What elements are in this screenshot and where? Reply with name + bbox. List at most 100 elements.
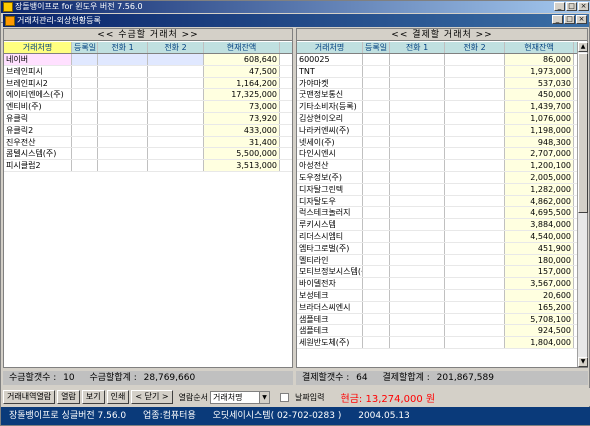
cell-name[interactable]: 샘플테크 bbox=[297, 325, 363, 337]
table-row[interactable]: 다인시엔시 2,707,000 bbox=[297, 148, 587, 161]
minimize-button[interactable]: _ bbox=[554, 2, 565, 11]
cell-tel2[interactable] bbox=[148, 54, 204, 65]
cell-tel1[interactable] bbox=[390, 183, 445, 195]
close-button[interactable]: × bbox=[578, 2, 589, 11]
table-row[interactable]: 바이델전자 3,567,000 bbox=[297, 278, 587, 290]
cell-name[interactable]: 브레인피시2 bbox=[4, 77, 72, 89]
cell-tel1[interactable] bbox=[390, 242, 445, 254]
table-row[interactable]: 굿맨정보통신 450,000 bbox=[297, 89, 587, 102]
cell-name[interactable]: 리더스시엠티 bbox=[297, 230, 363, 242]
table-row[interactable]: 샘플테크 5,708,100 bbox=[297, 313, 587, 326]
cell-tel1[interactable] bbox=[98, 136, 148, 148]
col-header-date[interactable]: 등록일 bbox=[363, 42, 390, 53]
cell-date[interactable] bbox=[363, 219, 390, 230]
cell-tel2[interactable] bbox=[445, 148, 505, 160]
cell-tel2[interactable] bbox=[445, 171, 505, 183]
cell-tel1[interactable] bbox=[390, 195, 445, 207]
cell-date[interactable] bbox=[363, 313, 390, 325]
table-row[interactable]: 아성전산 1,200,100 bbox=[297, 160, 587, 172]
cell-name[interactable]: 다인시엔시 bbox=[297, 148, 363, 160]
cell-name[interactable]: 도우정보(주) bbox=[297, 171, 363, 183]
table-row[interactable]: 브레인피시2 1,164,200 bbox=[4, 77, 292, 90]
cell-balance[interactable]: 5,708,100 bbox=[505, 313, 574, 325]
date-checkbox[interactable] bbox=[280, 392, 290, 402]
cell-date[interactable] bbox=[363, 242, 390, 254]
cell-name[interactable]: 엠타그로벌(주) bbox=[297, 242, 363, 254]
table-row[interactable]: 루키시스템 3,884,000 bbox=[297, 219, 587, 231]
cell-balance[interactable]: 5,500,000 bbox=[204, 148, 280, 160]
cell-balance[interactable]: 4,862,000 bbox=[505, 195, 574, 207]
cell-date[interactable] bbox=[72, 101, 98, 112]
cell-date[interactable] bbox=[363, 89, 390, 101]
cell-name[interactable]: 진우전산 bbox=[4, 136, 72, 148]
cell-tel2[interactable] bbox=[445, 183, 505, 195]
cell-name[interactable]: 콤텔시스템(주) bbox=[4, 148, 72, 160]
cell-tel2[interactable] bbox=[445, 313, 505, 325]
table-row[interactable]: 멜티라인 180,000 bbox=[297, 254, 587, 267]
cell-balance[interactable]: 1,200,100 bbox=[505, 160, 574, 171]
cell-balance[interactable]: 47,500 bbox=[204, 65, 280, 77]
cell-date[interactable] bbox=[72, 112, 98, 124]
cell-date[interactable] bbox=[363, 124, 390, 136]
cell-date[interactable] bbox=[363, 148, 390, 160]
table-row[interactable]: 넷세이(주) 948,300 bbox=[297, 136, 587, 149]
cell-date[interactable] bbox=[72, 77, 98, 89]
cell-date[interactable] bbox=[363, 195, 390, 207]
cell-tel2[interactable] bbox=[445, 242, 505, 254]
cell-tel2[interactable] bbox=[148, 148, 204, 160]
cell-tel2[interactable] bbox=[445, 219, 505, 230]
cell-balance[interactable]: 3,567,000 bbox=[505, 278, 574, 289]
cell-name[interactable]: 멜티라인 bbox=[297, 254, 363, 266]
cell-tel1[interactable] bbox=[390, 266, 445, 278]
cell-date[interactable] bbox=[363, 54, 390, 65]
cell-name[interactable]: 아성전산 bbox=[297, 160, 363, 171]
cell-balance[interactable]: 450,000 bbox=[505, 89, 574, 101]
table-row[interactable]: 가야마켓 537,030 bbox=[297, 77, 587, 90]
table-row[interactable]: 엠타그로벌(주) 451,900 bbox=[297, 242, 587, 255]
table-row[interactable]: 기타소비자(등록) 1,439,700 bbox=[297, 101, 587, 113]
vertical-scrollbar[interactable]: ▲ ▼ bbox=[577, 42, 588, 367]
cell-tel1[interactable] bbox=[98, 124, 148, 136]
cell-tel2[interactable] bbox=[445, 195, 505, 207]
cell-tel1[interactable] bbox=[390, 112, 445, 124]
cell-balance[interactable]: 537,030 bbox=[505, 77, 574, 89]
view-button[interactable]: 열람 bbox=[57, 390, 80, 404]
cell-balance[interactable]: 73,000 bbox=[204, 101, 280, 112]
cell-tel1[interactable] bbox=[390, 171, 445, 183]
table-row[interactable]: 보성테크 20,600 bbox=[297, 289, 587, 302]
cell-balance[interactable]: 1,076,000 bbox=[505, 112, 574, 124]
scroll-down-icon[interactable]: ▼ bbox=[578, 357, 588, 367]
cell-tel2[interactable] bbox=[148, 77, 204, 89]
cell-date[interactable] bbox=[72, 124, 98, 136]
col-header-balance[interactable]: 현재잔액 bbox=[505, 42, 574, 53]
cell-tel1[interactable] bbox=[390, 65, 445, 77]
cell-tel1[interactable] bbox=[98, 54, 148, 65]
print-button[interactable]: 인쇄 bbox=[106, 390, 130, 404]
cell-tel2[interactable] bbox=[445, 54, 505, 65]
cell-name[interactable]: 굿맨정보통신 bbox=[297, 89, 363, 101]
cell-name[interactable]: 샘플테크 bbox=[297, 313, 363, 325]
sort-select[interactable]: 거래처명 ▼ bbox=[210, 390, 271, 404]
col-header-balance[interactable]: 현재잔액 bbox=[204, 42, 280, 53]
cell-tel1[interactable] bbox=[390, 207, 445, 219]
table-row[interactable]: 세원반도체(주) 1,804,000 bbox=[297, 337, 587, 349]
table-row[interactable]: 리더스시엠티 4,540,000 bbox=[297, 230, 587, 243]
cell-name[interactable]: 나라커엔씨(주) bbox=[297, 124, 363, 136]
cell-balance[interactable]: 20,600 bbox=[505, 289, 574, 301]
cell-balance[interactable]: 2,707,000 bbox=[505, 148, 574, 160]
table-row[interactable]: 600025 86,000 bbox=[297, 54, 587, 66]
cell-date[interactable] bbox=[363, 65, 390, 77]
table-row[interactable]: 디자탈그린텍 1,282,000 bbox=[297, 183, 587, 196]
table-row[interactable]: 진우전산 31,400 bbox=[4, 136, 292, 149]
cell-date[interactable] bbox=[363, 207, 390, 219]
cell-balance[interactable]: 73,920 bbox=[204, 112, 280, 124]
table-row[interactable]: 에이티엔에스(주) 17,325,000 bbox=[4, 89, 292, 102]
cell-balance[interactable]: 2,005,000 bbox=[505, 171, 574, 183]
table-row[interactable]: 럭스테크놀러지 4,695,500 bbox=[297, 207, 587, 220]
cell-balance[interactable]: 31,400 bbox=[204, 136, 280, 148]
table-row[interactable]: TNT 1,973,000 bbox=[297, 65, 587, 78]
cell-balance[interactable]: 157,000 bbox=[505, 266, 574, 278]
cell-date[interactable] bbox=[363, 160, 390, 171]
table-row[interactable]: 브라더스씨엔시 165,200 bbox=[297, 301, 587, 314]
cell-name[interactable]: 김상현이오리 bbox=[297, 112, 363, 124]
